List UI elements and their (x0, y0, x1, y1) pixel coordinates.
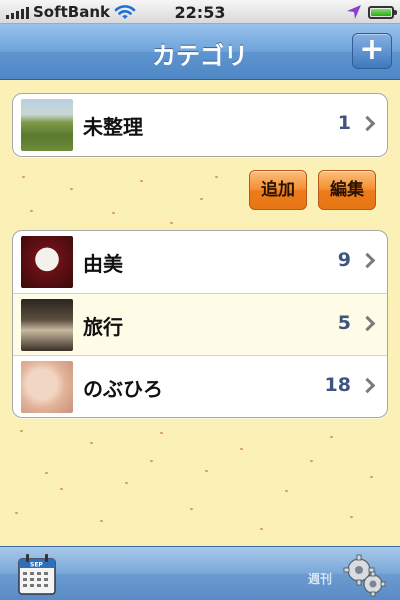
category-row[interactable]: 旅行 5 (13, 293, 387, 355)
row-label: 未整理 (83, 115, 143, 139)
category-list: 由美 9 旅行 5 のぶひろ 18 (12, 230, 388, 418)
location-arrow-icon (347, 5, 361, 19)
category-row[interactable]: 由美 9 (13, 231, 387, 293)
edit-button[interactable]: 編集 (318, 170, 376, 210)
add-category-button[interactable]: + (352, 33, 392, 69)
weekly-label[interactable]: 週刊 (308, 570, 332, 587)
calendar-icon[interactable]: SEP (18, 553, 56, 595)
thumbnail-baby-photo (21, 361, 73, 413)
uncategorized-row[interactable]: 未整理 1 (13, 94, 387, 156)
gear-icon[interactable] (342, 553, 386, 597)
battery-icon (368, 6, 397, 19)
category-row[interactable]: のぶひろ 18 (13, 355, 387, 417)
thumbnail-plush-toy (21, 236, 73, 288)
thumbnail-field-photo (21, 99, 73, 151)
row-count: 9 (337, 249, 351, 271)
calendar-month-label: SEP (30, 562, 43, 569)
chevron-right-icon (359, 115, 376, 132)
chevron-right-icon (359, 252, 376, 269)
page-title: カテゴリ (152, 42, 248, 70)
row-label: 旅行 (83, 315, 123, 339)
chevron-right-icon (359, 315, 376, 332)
row-count: 1 (337, 112, 351, 134)
status-time: 22:53 (174, 3, 226, 22)
row-label: のぶひろ (83, 377, 163, 401)
row-count: 18 (324, 374, 351, 396)
uncategorized-group: 未整理 1 (12, 93, 388, 157)
add-button[interactable]: 追加 (249, 170, 307, 210)
navigation-bar: カテゴリ + (0, 24, 400, 80)
row-count: 5 (337, 312, 351, 334)
thumbnail-people-photo (21, 299, 73, 351)
bottom-toolbar: SEP 週刊 (0, 546, 400, 600)
chevron-right-icon (359, 377, 376, 394)
status-bar: SoftBank 22:53 (0, 0, 400, 24)
row-label: 由美 (83, 252, 123, 276)
